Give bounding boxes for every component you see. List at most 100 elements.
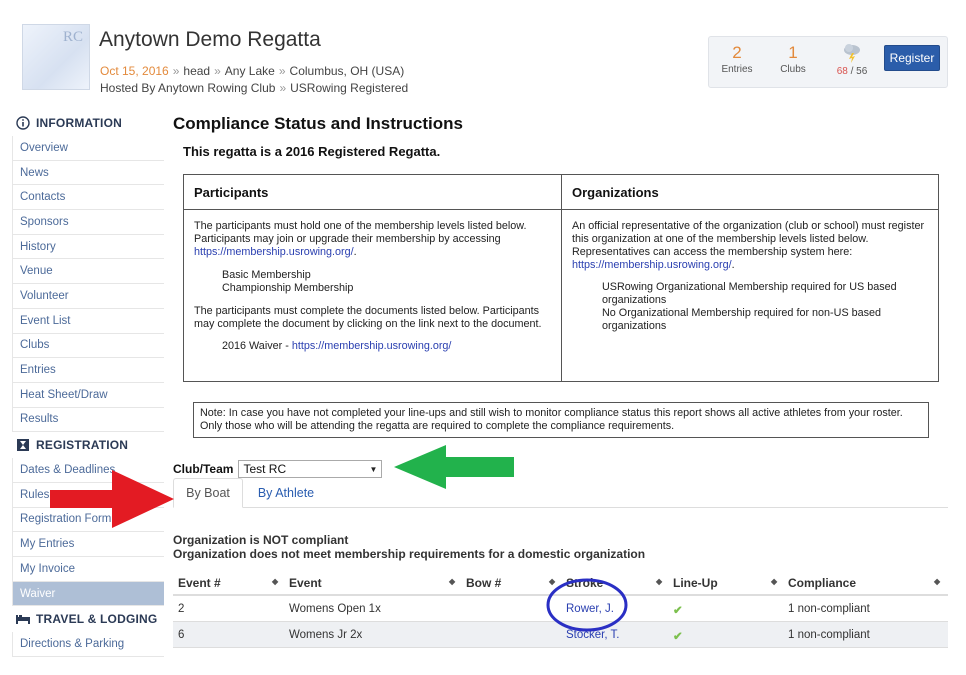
compliance-table: Event # ◆ Event ◆ Bow # ◆ Stroke ◆ Line-… (173, 570, 948, 648)
sidebar-item-event-list[interactable]: Event List (12, 308, 164, 334)
sort-icon[interactable]: ◆ (272, 577, 278, 586)
sidebar-item-contacts[interactable]: Contacts (12, 185, 164, 211)
sidebar-item-entries[interactable]: Entries (12, 358, 164, 383)
col-event-num[interactable]: Event # (178, 576, 221, 590)
sidebar-item-results[interactable]: Results (12, 407, 164, 433)
sidebar-item-overview[interactable]: Overview (12, 136, 164, 161)
participants-heading: Participants (184, 175, 561, 210)
cell-event-num: 2 (178, 603, 185, 615)
cell-compliance: 1 non-compliant (788, 603, 870, 615)
regatta-venue: Any Lake (224, 64, 275, 78)
cell-stroke-link[interactable]: Stocker, T. (566, 629, 619, 641)
organizations-column: Organizations An official representative… (562, 175, 938, 381)
membership-link[interactable]: https://membership.usrowing.org/ (194, 246, 354, 258)
temp-high: 68 (836, 66, 848, 77)
organizations-heading: Organizations (562, 175, 938, 210)
tab-by-athlete[interactable]: By Athlete (251, 478, 321, 508)
sort-icon[interactable]: ◆ (656, 577, 662, 586)
organizations-paragraph: An official representative of the organi… (572, 220, 925, 271)
registered-label: USRowing Registered (290, 81, 409, 95)
entries-stat[interactable]: 2 Entries (709, 43, 765, 75)
cell-event: Womens Open 1x (289, 603, 381, 615)
bed-icon (16, 612, 30, 626)
clubs-label: Clubs (780, 64, 806, 75)
info-circle-icon (16, 116, 30, 130)
section-subtitle: This regatta is a 2016 Registered Regatt… (183, 144, 441, 159)
instructions-grid: Participants The participants must hold … (183, 174, 939, 382)
hourglass-icon (16, 438, 30, 452)
org-requirement: No Organizational Membership required fo… (602, 307, 882, 332)
regatta-logo: RC (22, 24, 90, 90)
participants-paragraph: The participants must hold one of the me… (194, 220, 527, 258)
note-box: Note: In case you have not completed you… (193, 402, 929, 438)
hosted-by: Hosted By Anytown Rowing Club (100, 81, 276, 95)
weather-icon (844, 44, 860, 63)
participants-column: Participants The participants must hold … (184, 175, 562, 381)
sidebar-item-venue[interactable]: Venue (12, 259, 164, 285)
sidebar-item-registration-form[interactable]: Registration Form (12, 507, 164, 533)
sidebar-heading-information: INFORMATION (12, 110, 164, 136)
waiver-document: 2016 Waiver - https://membership.usrowin… (222, 340, 452, 352)
logo-text: RC (62, 29, 83, 45)
cell-compliance: 1 non-compliant (788, 629, 870, 641)
table-header: Event # ◆ Event ◆ Bow # ◆ Stroke ◆ Line-… (173, 570, 948, 596)
clubs-stat[interactable]: 1 Clubs (765, 43, 821, 75)
sidebar-item-my-invoice[interactable]: My Invoice (12, 557, 164, 582)
page-title: Anytown Demo Regatta (99, 28, 321, 51)
sidebar-item-my-entries[interactable]: My Entries (12, 532, 164, 557)
cell-stroke-link[interactable]: Rower, J. (566, 603, 614, 615)
compliance-status: Organization is NOT compliant (173, 533, 349, 547)
sidebar-item-clubs[interactable]: Clubs (12, 333, 164, 359)
sidebar-item-rules[interactable]: Rules (12, 482, 164, 508)
documents-paragraph: The participants must complete the docum… (194, 305, 542, 330)
compliance-detail: Organization does not meet membership re… (173, 547, 646, 561)
clubs-count: 1 (788, 43, 798, 62)
sort-icon[interactable]: ◆ (449, 577, 455, 586)
org-membership-link[interactable]: https://membership.usrowing.org/ (572, 259, 732, 271)
col-bow[interactable]: Bow # (466, 576, 501, 590)
sidebar-item-sponsors[interactable]: Sponsors (12, 210, 164, 235)
club-label: Club/Team (173, 462, 234, 476)
sidebar-item-waiver[interactable]: Waiver (12, 581, 164, 607)
sidebar-item-dates-deadlines[interactable]: Dates & Deadlines (12, 458, 164, 483)
sidebar-item-directions[interactable]: Directions & Parking (12, 632, 164, 658)
sidebar: INFORMATION Overview News Contacts Spons… (12, 110, 164, 658)
sidebar-item-news[interactable]: News (12, 160, 164, 186)
club-select-value: Test RC (243, 462, 287, 476)
membership-level: Championship Membership (222, 282, 354, 294)
col-compliance[interactable]: Compliance (788, 576, 856, 590)
sidebar-heading-registration: REGISTRATION (12, 432, 164, 458)
regatta-meta: Oct 15, 2016» head» Any Lake» Columbus, OH … (100, 64, 405, 78)
col-stroke[interactable]: Stroke (566, 576, 603, 590)
regatta-host: Hosted By Anytown Rowing Club» USRowing R… (100, 81, 409, 95)
col-lineup[interactable]: Line-Up (673, 576, 718, 590)
regatta-date: Oct 15, 2016 (100, 64, 169, 78)
dropdown-caret-icon: ▼ (369, 464, 378, 474)
club-selector: Club/Team Test RC ▼ (173, 460, 383, 478)
cell-event: Womens Jr 2x (289, 629, 363, 641)
sidebar-item-volunteer[interactable]: Volunteer (12, 284, 164, 309)
col-event[interactable]: Event (289, 576, 322, 590)
sidebar-item-heat-sheet[interactable]: Heat Sheet/Draw (12, 382, 164, 408)
waiver-link[interactable]: https://membership.usrowing.org/ (292, 340, 452, 352)
org-requirement: USRowing Organizational Membership requi… (602, 281, 897, 306)
sidebar-heading-travel: TRAVEL & LODGING (12, 606, 164, 632)
cell-event-num: 6 (178, 629, 185, 641)
tab-by-boat[interactable]: By Boat (173, 478, 243, 508)
entries-label: Entries (721, 64, 753, 75)
sidebar-item-history[interactable]: History (12, 234, 164, 260)
membership-level: Basic Membership (222, 269, 311, 281)
sort-icon[interactable]: ◆ (934, 577, 940, 586)
register-button[interactable]: Register (884, 45, 940, 71)
regatta-type: head (183, 64, 211, 78)
view-tabs: By Boat By Athlete (173, 478, 948, 508)
entries-count: 2 (732, 43, 742, 62)
temp-low: 56 (856, 66, 868, 77)
sort-icon[interactable]: ◆ (549, 577, 555, 586)
check-icon: ✔ (673, 605, 683, 617)
check-icon: ✔ (673, 631, 683, 643)
sort-icon[interactable]: ◆ (771, 577, 777, 586)
club-select[interactable]: Test RC ▼ (238, 460, 383, 478)
section-title: Compliance Status and Instructions (173, 114, 463, 133)
weather-widget[interactable]: 68 / 56 (828, 41, 876, 77)
